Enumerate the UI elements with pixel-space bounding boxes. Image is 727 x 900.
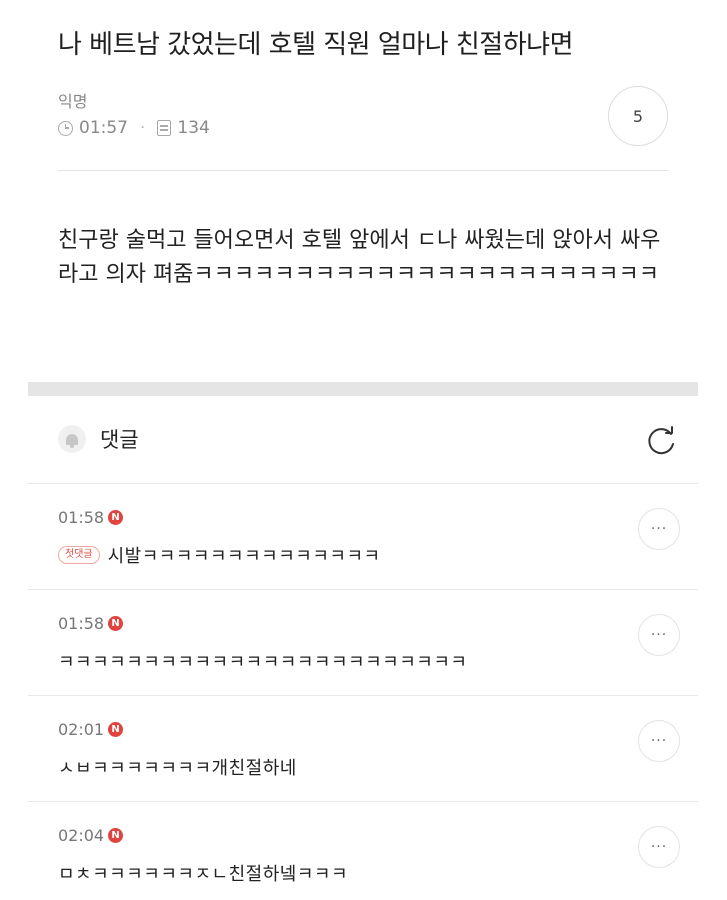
more-icon: ··· — [650, 733, 668, 749]
comments-divider — [28, 483, 698, 484]
comment-item: 01:58 N ㅋㅋㅋㅋㅋㅋㅋㅋㅋㅋㅋㅋㅋㅋㅋㅋㅋㅋㅋㅋㅋㅋㅋㅋ ··· — [0, 614, 727, 720]
bell-icon — [66, 433, 78, 448]
comment-time: 02:04 — [58, 826, 105, 845]
comment-count-button[interactable]: 5 — [608, 86, 668, 146]
comment-item: 02:01 N ㅅㅂㅋㅋㅋㅋㅋㅋㅋ개친절하네 ··· — [0, 720, 727, 826]
comment-time: 02:01 — [58, 720, 105, 739]
post-meta: 01:57 · 134 — [58, 118, 210, 138]
more-options-button[interactable]: ··· — [638, 614, 680, 656]
more-icon: ··· — [650, 627, 668, 643]
document-icon — [157, 120, 172, 136]
first-comment-tag: 첫댓글 — [58, 546, 100, 564]
new-badge: N — [108, 616, 124, 631]
comment-time: 01:58 — [58, 614, 105, 633]
more-options-button[interactable]: ··· — [638, 720, 680, 762]
comments-title: 댓글 — [100, 428, 139, 452]
new-badge: N — [108, 722, 124, 737]
comment-item: 02:04 N ㅁㅊㅋㅋㅋㅋㅋㅋㅈㄴ친절하넼ㅋㅋㅋ ··· — [0, 826, 727, 900]
refresh-icon[interactable] — [644, 425, 678, 459]
post-body: 친구랑 술먹고 들어오면서 호텔 앞에서 ㄷ나 싸웠는데 앉아서 싸우라고 의자… — [58, 228, 661, 287]
post-views: 134 — [177, 118, 210, 138]
new-badge: N — [108, 510, 124, 525]
comments-header: 댓글 — [58, 424, 139, 454]
comment-divider — [28, 589, 698, 590]
post-title: 나 베트남 갔었는데 호텔 직원 얼마나 친절하냐면 — [58, 30, 574, 60]
comment-text: ㅁㅊㅋㅋㅋㅋㅋㅋㅈㄴ친절하넼ㅋㅋㅋ — [58, 864, 349, 885]
post-author: 익명 — [58, 92, 88, 111]
clock-icon — [58, 120, 73, 136]
more-icon: ··· — [650, 839, 668, 855]
section-separator — [28, 382, 698, 396]
comment-text: ㅋㅋㅋㅋㅋㅋㅋㅋㅋㅋㅋㅋㅋㅋㅋㅋㅋㅋㅋㅋㅋㅋㅋㅋ — [58, 652, 468, 673]
comment-text: 시발ㅋㅋㅋㅋㅋㅋㅋㅋㅋㅋㅋㅋㅋㅋ — [107, 546, 381, 567]
meta-separator: · — [140, 118, 146, 138]
comment-time: 01:58 — [58, 508, 105, 527]
comment-count: 5 — [632, 106, 644, 126]
comment-item: 01:58 N 첫댓글 시발ㅋㅋㅋㅋㅋㅋㅋㅋㅋㅋㅋㅋㅋㅋ ··· — [0, 508, 727, 614]
more-icon: ··· — [650, 521, 668, 537]
comment-divider — [28, 801, 698, 802]
post-time: 01:57 — [79, 118, 128, 138]
new-badge: N — [108, 828, 124, 843]
comment-text: ㅅㅂㅋㅋㅋㅋㅋㅋㅋ개친절하네 — [58, 758, 297, 779]
header-divider — [58, 170, 668, 171]
more-options-button[interactable]: ··· — [638, 826, 680, 868]
more-options-button[interactable]: ··· — [638, 508, 680, 550]
notification-bell-button[interactable] — [58, 425, 86, 453]
comment-divider — [28, 695, 698, 696]
